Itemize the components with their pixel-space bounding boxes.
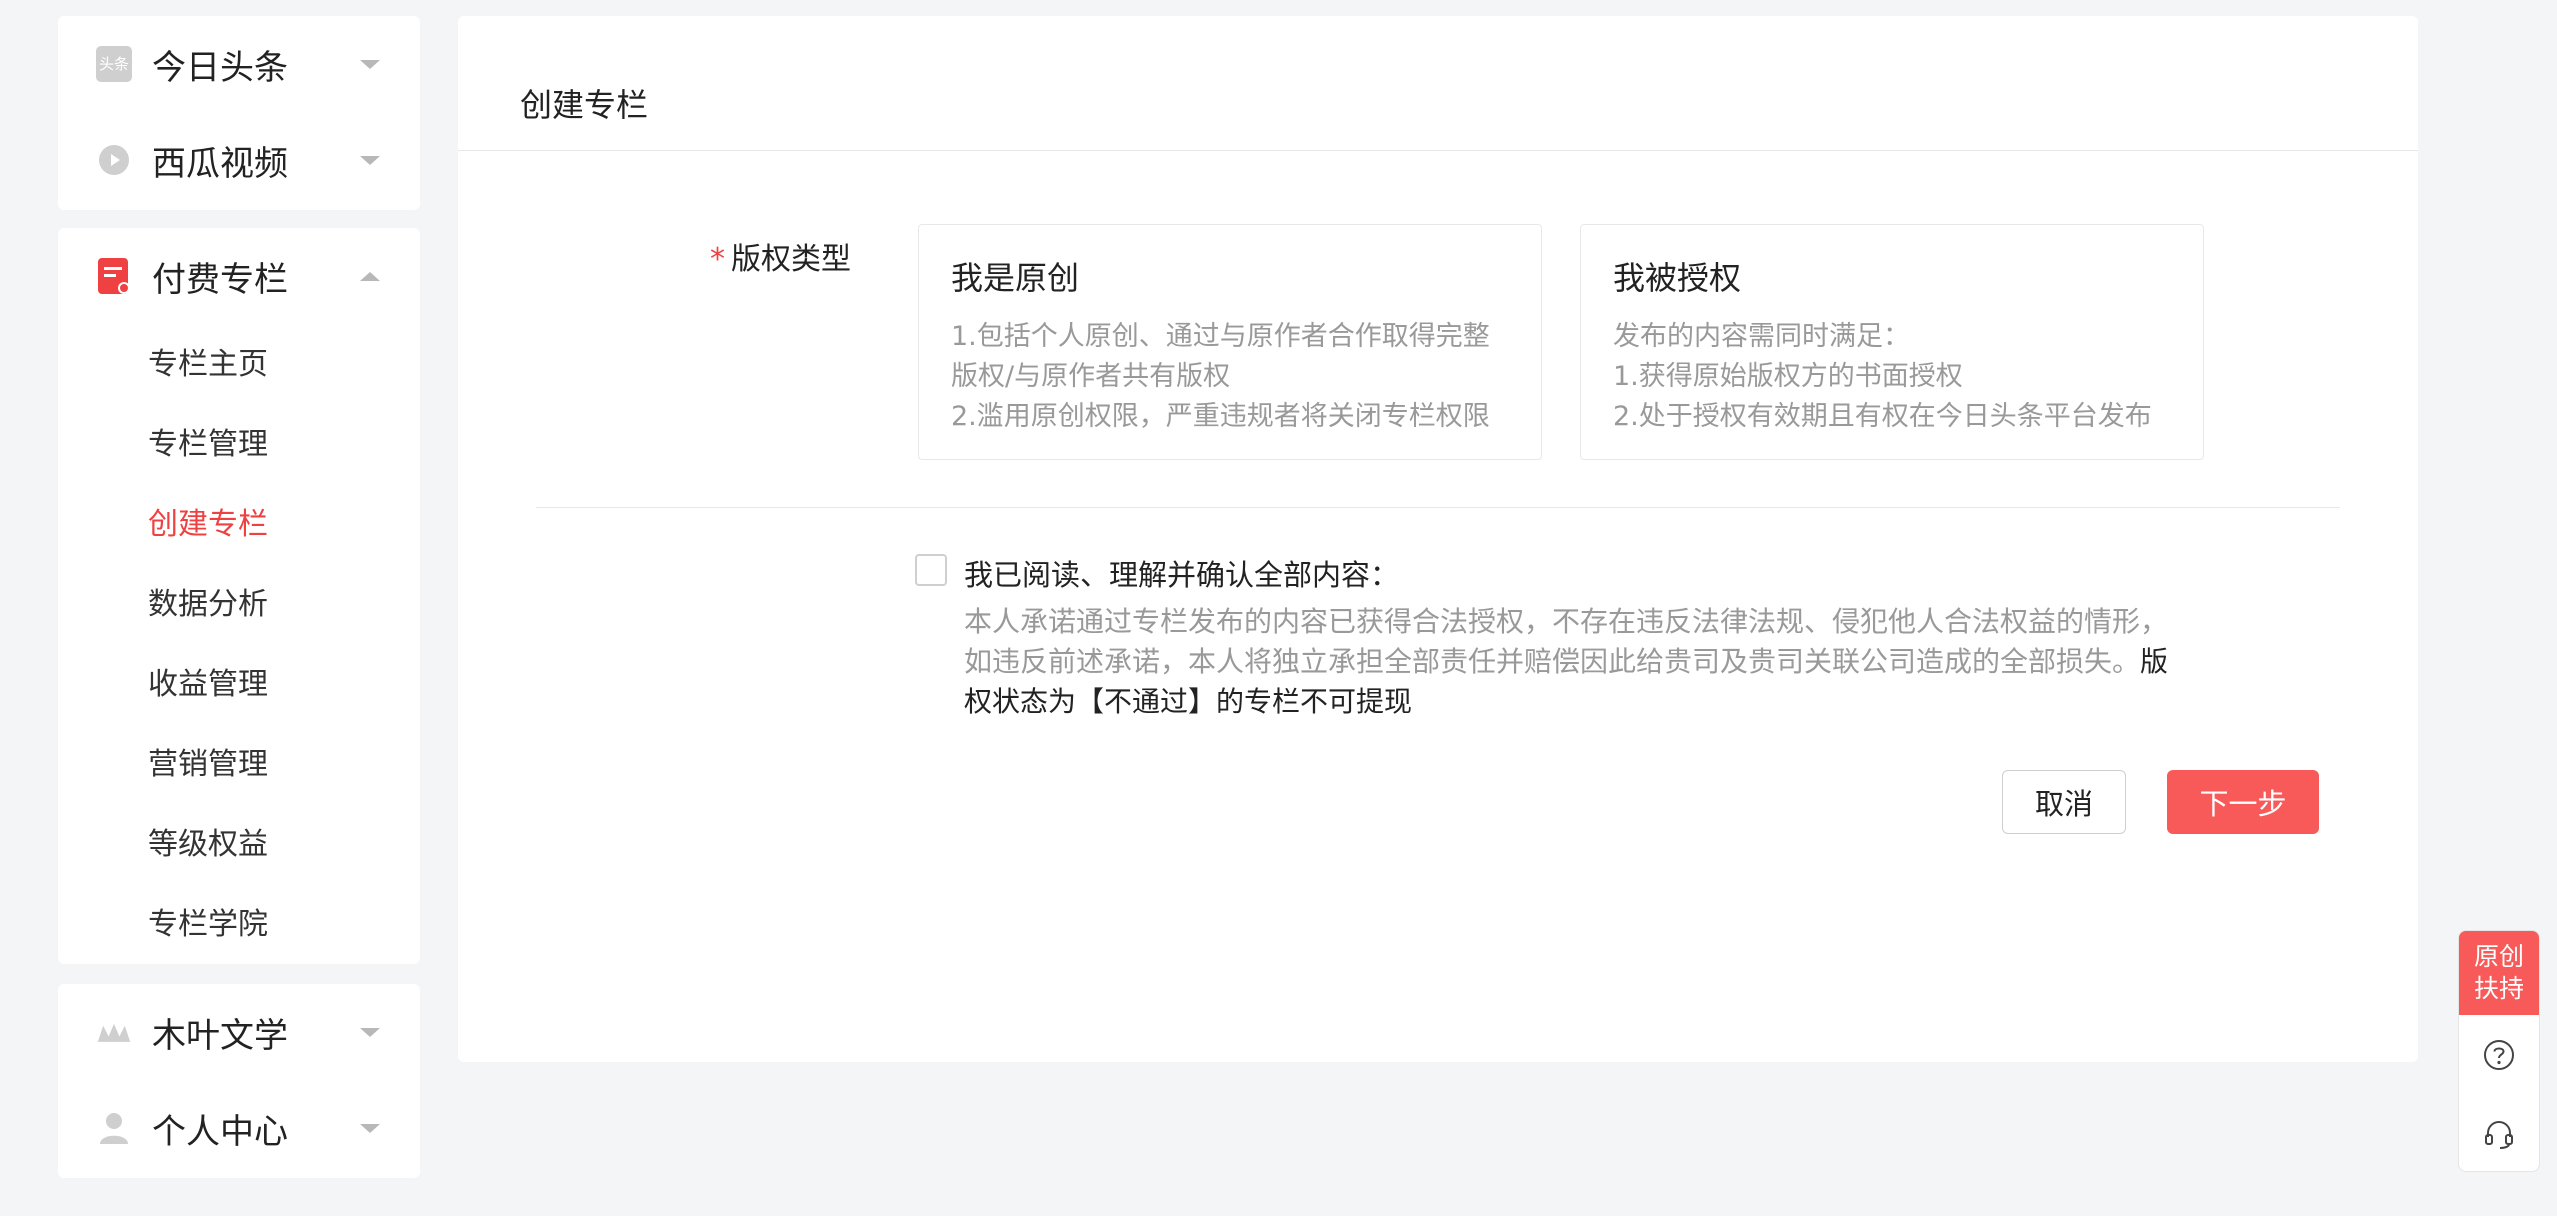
chevron-down-icon — [360, 156, 380, 165]
sidebar-subitem-revenue-manage[interactable]: 收益管理 — [148, 655, 268, 715]
sidebar-item-label: 个人中心 — [152, 1111, 288, 1152]
help-button[interactable] — [2459, 1015, 2539, 1094]
sidebar-item-paid-column[interactable]: 付费专栏 — [58, 228, 420, 324]
chevron-up-icon — [360, 272, 380, 281]
original-support-button[interactable]: 原创 扶持 — [2459, 931, 2539, 1015]
next-step-button[interactable]: 下一步 — [2167, 770, 2319, 834]
sidebar-item-toutiao[interactable]: 头条 今日头条 — [58, 16, 420, 112]
agree-checkbox[interactable] — [915, 554, 947, 586]
toutiao-icon: 头条 — [96, 46, 132, 82]
main-panel: 创建专栏 * 版权类型 我是原创 1.包括个人原创、通过与原作者合作取得完整 版权… — [458, 16, 2418, 1062]
option-desc-line: 1.包括个人原创、通过与原作者合作取得完整 — [951, 321, 1490, 352]
headset-icon — [2485, 1120, 2513, 1149]
sidebar-group-paid-column: 付费专栏 专栏主页 专栏管理 创建专栏 数据分析 收益管理 营销管理 等级权益 … — [58, 228, 420, 964]
divider — [458, 150, 2418, 151]
original-support-line1: 原创 — [2473, 942, 2524, 971]
option-title: 我被授权 — [1613, 259, 1742, 297]
sidebar-group-platforms: 头条 今日头条 西瓜视频 — [58, 16, 420, 210]
option-desc-line: 2.滥用原创权限，严重违规者将关闭专栏权限 — [951, 401, 1490, 432]
original-support-line2: 扶持 — [2473, 974, 2524, 1003]
sidebar-item-label: 今日头条 — [152, 47, 288, 88]
xigua-video-icon — [96, 142, 132, 178]
sidebar-subitem-marketing-manage[interactable]: 营销管理 — [148, 735, 268, 795]
user-icon — [96, 1110, 132, 1146]
sidebar-item-personal[interactable]: 个人中心 — [58, 1080, 420, 1176]
sidebar-subitem-column-manage[interactable]: 专栏管理 — [148, 415, 268, 475]
help-icon — [2484, 1039, 2514, 1070]
option-original[interactable]: 我是原创 1.包括个人原创、通过与原作者合作取得完整 版权/与原作者共有版权 2… — [918, 224, 1542, 460]
sidebar-subitem-column-academy[interactable]: 专栏学院 — [148, 895, 268, 955]
agree-text: 本人承诺通过专栏发布的内容已获得合法授权，不存在违反法律法规、侵犯他人合法权益的… — [964, 605, 2169, 678]
cancel-button[interactable]: 取消 — [2002, 770, 2126, 834]
sidebar-group-more: 木叶文学 个人中心 — [58, 984, 420, 1178]
option-title: 我是原创 — [951, 259, 1080, 297]
page-title: 创建专栏 — [520, 86, 649, 124]
sidebar-subitem-column-home[interactable]: 专栏主页 — [148, 335, 268, 395]
option-desc-line: 2.处于授权有效期且有权在今日头条平台发布 — [1613, 401, 2152, 432]
option-desc-line: 版权/与原作者共有版权 — [951, 361, 1231, 392]
sidebar-item-label: 木叶文学 — [152, 1015, 288, 1056]
customer-service-button[interactable] — [2459, 1094, 2539, 1171]
sidebar-item-xigua[interactable]: 西瓜视频 — [58, 112, 420, 208]
floating-toolbar: 原创 扶持 — [2458, 930, 2540, 1172]
chevron-down-icon — [360, 1124, 380, 1133]
sidebar-subitem-create-column[interactable]: 创建专栏 — [148, 495, 268, 555]
sidebar-item-muye[interactable]: 木叶文学 — [58, 984, 420, 1080]
copyright-type-text: 版权类型 — [731, 242, 851, 277]
agree-label: 我已阅读、理解并确认全部内容： — [964, 558, 1400, 592]
sidebar-item-label: 付费专栏 — [152, 259, 288, 300]
copyright-type-label: * 版权类型 — [710, 234, 851, 278]
required-mark: * — [710, 242, 725, 277]
sidebar-subitem-level-benefits[interactable]: 等级权益 — [148, 815, 268, 875]
paid-column-icon — [96, 258, 132, 294]
agree-statement: 本人承诺通过专栏发布的内容已获得合法授权，不存在违反法律法规、侵犯他人合法权益的… — [964, 602, 2194, 722]
divider — [536, 507, 2340, 508]
sidebar-item-label: 西瓜视频 — [152, 143, 288, 184]
chevron-down-icon — [360, 1028, 380, 1037]
chevron-down-icon — [360, 60, 380, 69]
sidebar-subitem-data-analysis[interactable]: 数据分析 — [148, 575, 268, 635]
option-desc-line: 1.获得原始版权方的书面授权 — [1613, 361, 1963, 392]
option-desc-line: 发布的内容需同时满足： — [1613, 321, 1910, 352]
option-authorized[interactable]: 我被授权 发布的内容需同时满足： 1.获得原始版权方的书面授权 2.处于授权有效… — [1580, 224, 2204, 460]
muye-literature-icon — [96, 1014, 132, 1050]
